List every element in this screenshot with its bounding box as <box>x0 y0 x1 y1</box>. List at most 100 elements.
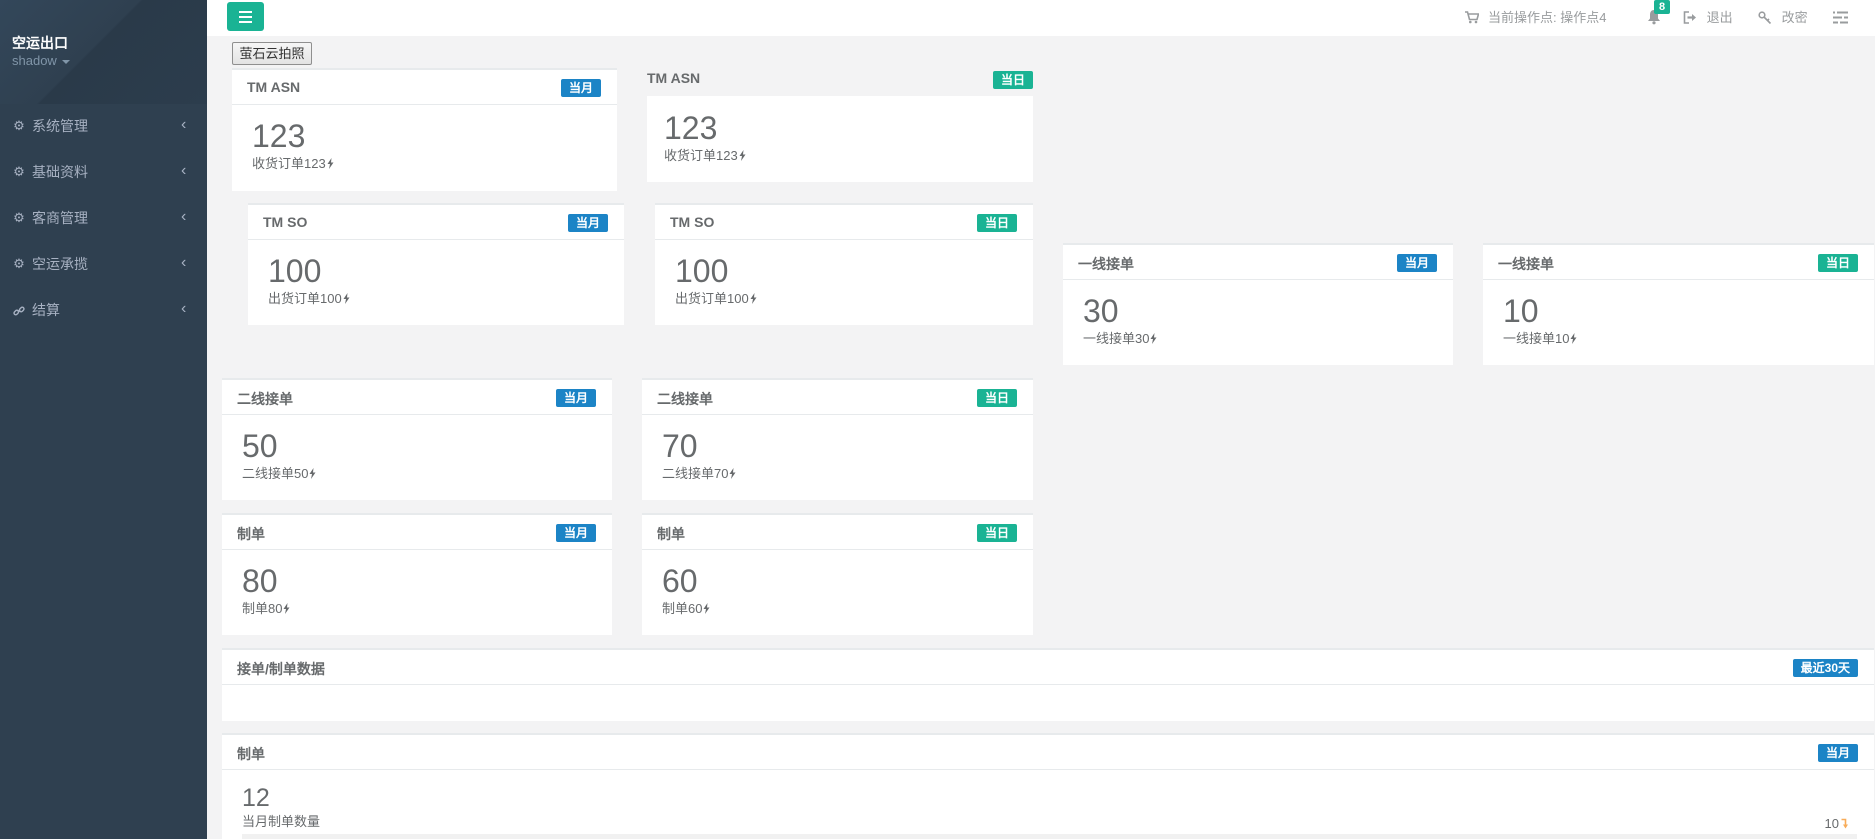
second-line-orders-monthly-card: 二线接单 当月 50 二线接单50 <box>222 378 612 500</box>
card-title: TM ASN <box>247 79 301 95</box>
card-caption-text: 出货订单100 <box>675 291 749 306</box>
tasks-menu-icon[interactable] <box>1833 11 1848 24</box>
sidebar-menu: ⚙ 系统管理 ‹ ⚙ 基础资料 ‹ ⚙ 客商管理 ‹ ⚙ 空运承揽 ‹ 结算 ‹ <box>0 103 207 333</box>
card-header: TM ASN 当月 <box>232 70 617 105</box>
sidebar-item-label: 系统管理 <box>32 118 88 134</box>
card-caption-text: 二线接单50 <box>242 466 309 481</box>
card-body: 70 二线接单70 <box>642 415 1033 482</box>
sidebar-item-system[interactable]: ⚙ 系统管理 ‹ <box>0 103 207 149</box>
card-header: TM ASN 当日 <box>647 60 1033 96</box>
card-title: 一线接单 <box>1498 256 1554 272</box>
card-caption-text: 收货订单123 <box>252 156 326 171</box>
hamburger-bar <box>239 11 252 13</box>
card-body: 60 制单60 <box>642 550 1033 617</box>
card-header: 制单 当月 <box>222 515 612 550</box>
key-icon <box>1758 11 1772 25</box>
second-line-orders-daily-card: 二线接单 当日 70 二线接单70 <box>642 378 1033 500</box>
card-header: 二线接单 当月 <box>222 380 612 415</box>
card-caption-text: 制单60 <box>662 601 703 616</box>
card-title: 二线接单 <box>237 391 293 407</box>
logout-label: 退出 <box>1706 10 1733 25</box>
card-caption: 制单60 <box>662 600 1013 617</box>
logout-link[interactable]: 退出 <box>1683 9 1733 26</box>
card-value: 60 <box>662 563 698 599</box>
card-caption-text: 制单80 <box>242 601 283 616</box>
card-caption: 出货订单100 <box>268 290 604 307</box>
card-title: 制单 <box>657 526 685 542</box>
first-line-orders-daily-card: 一线接单 当日 10 一线接单10 <box>1483 243 1874 365</box>
card-value: 123 <box>252 118 306 154</box>
sidebar-item-basic-data[interactable]: ⚙ 基础资料 ‹ <box>0 149 207 195</box>
card-title: 一线接单 <box>1078 256 1134 272</box>
sidebar-item-clients[interactable]: ⚙ 客商管理 ‹ <box>0 195 207 241</box>
card-title: TM SO <box>670 214 715 230</box>
chevron-left-icon: ‹ <box>181 300 187 317</box>
progress-bar <box>242 834 1857 839</box>
tm-so-monthly-card: TM SO 当月 100 出货订单100 <box>248 203 624 325</box>
user-dropdown[interactable]: shadow <box>12 53 70 68</box>
top-navbar <box>207 0 1875 36</box>
card-value: 80 <box>242 563 278 599</box>
documents-daily-card: 制单 当日 60 制单60 <box>642 513 1033 635</box>
card-body: 12 当月制单数量 10 <box>222 770 1874 839</box>
card-value: 100 <box>675 253 729 289</box>
card-title: TM ASN <box>647 70 701 86</box>
sidebar-item-air-booking[interactable]: ⚙ 空运承揽 ‹ <box>0 241 207 287</box>
card-caption-text: 出货订单100 <box>268 291 342 306</box>
sidebar-item-label: 基础资料 <box>32 164 88 180</box>
card-caption-text: 二线接单70 <box>662 466 729 481</box>
period-badge: 当日 <box>976 389 1017 407</box>
change-password-link[interactable]: 改密 <box>1758 9 1808 26</box>
card-caption: 收货订单123 <box>664 147 1016 164</box>
sidebar-item-label: 空运承揽 <box>32 256 88 272</box>
sidebar-item-settlement[interactable]: 结算 ‹ <box>0 287 207 333</box>
bolt-icon <box>703 603 710 614</box>
order-stats-panel: 接单/制单数据 最近30天 <box>222 648 1874 721</box>
card-caption: 一线接单30 <box>1083 330 1433 347</box>
card-caption: 当月制单数量 <box>242 814 321 829</box>
card-caption: 出货订单100 <box>675 290 1013 307</box>
app-title: 空运出口 <box>12 35 68 51</box>
ezviz-photo-button[interactable]: 萤石云拍照 <box>232 42 312 65</box>
card-header: 制单 当日 <box>642 515 1033 550</box>
user-name: shadow <box>12 53 57 68</box>
period-badge: 当月 <box>560 79 601 97</box>
gear-icon: ⚙ <box>13 210 25 225</box>
card-caption: 收货订单123 <box>252 155 597 172</box>
card-value: 70 <box>662 428 698 464</box>
period-badge: 当月 <box>1817 744 1858 762</box>
period-badge: 当日 <box>976 524 1017 542</box>
tm-so-daily-card: TM SO 当日 100 出货订单100 <box>655 203 1033 325</box>
bolt-icon <box>343 293 350 304</box>
caret-down-icon <box>61 59 70 64</box>
period-badge: 当月 <box>1396 254 1437 272</box>
bolt-icon <box>1570 333 1577 344</box>
bolt-icon <box>309 468 316 479</box>
period-badge: 当月 <box>555 389 596 407</box>
menu-toggle-button[interactable] <box>227 2 264 31</box>
period-badge: 当日 <box>992 71 1033 89</box>
trend-indicator: 10 <box>1825 815 1849 832</box>
hamburger-bar <box>239 16 252 18</box>
card-header: TM SO 当日 <box>655 205 1033 240</box>
gear-icon: ⚙ <box>13 164 25 179</box>
change-password-label: 改密 <box>1781 10 1808 25</box>
period-badge: 当日 <box>1817 254 1858 272</box>
sidebar-item-label: 客商管理 <box>32 210 88 226</box>
card-title: TM SO <box>263 214 308 230</box>
card-body: 100 出货订单100 <box>655 240 1033 307</box>
cart-icon <box>1465 11 1479 24</box>
card-header: 二线接单 当日 <box>642 380 1033 415</box>
gear-icon: ⚙ <box>13 256 25 271</box>
bolt-icon <box>739 150 746 161</box>
tm-asn-daily-card: TM ASN 当日 123 收货订单123 <box>647 60 1033 182</box>
bolt-icon <box>750 293 757 304</box>
card-value: 50 <box>242 428 278 464</box>
tm-asn-monthly-card: TM ASN 当月 123 收货订单123 <box>232 68 617 191</box>
card-body: 100 出货订单100 <box>248 240 624 307</box>
bolt-icon <box>729 468 736 479</box>
sign-out-icon <box>1683 11 1696 24</box>
card-caption: 制单80 <box>242 600 592 617</box>
card-caption-text: 收货订单123 <box>664 148 738 163</box>
card-caption-text: 一线接单10 <box>1503 331 1570 346</box>
